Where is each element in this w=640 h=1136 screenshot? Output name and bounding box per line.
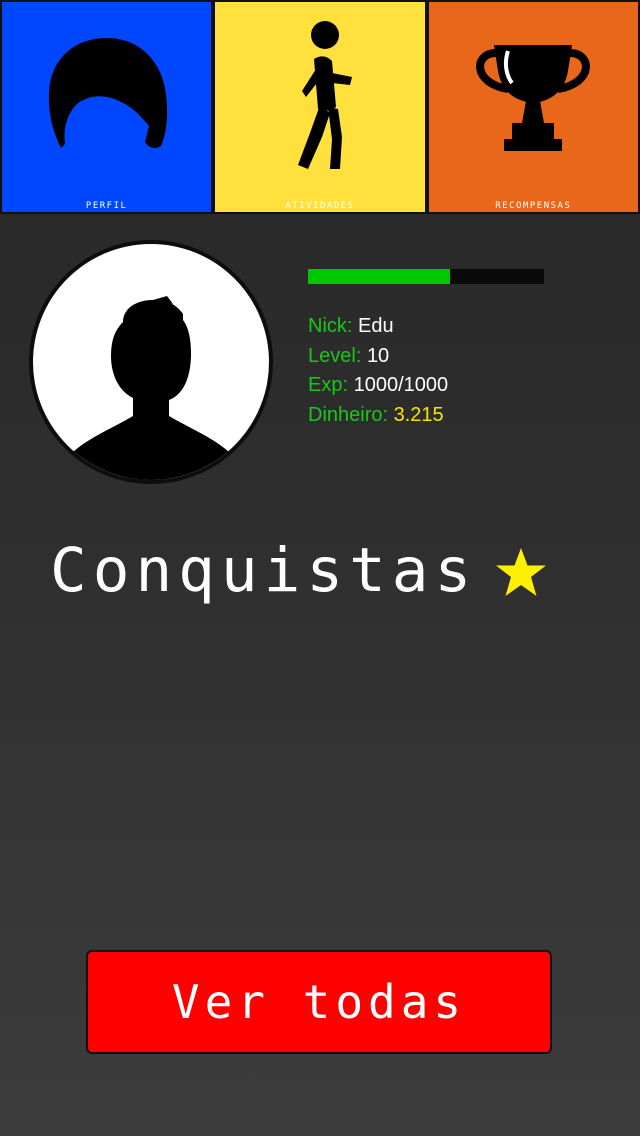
star-icon — [493, 546, 549, 604]
tab-label: RECOMPENSAS — [495, 201, 572, 211]
trophy-icon — [429, 2, 638, 192]
money-row: Dinheiro: 3.215 — [308, 401, 448, 431]
hair-icon — [2, 2, 211, 192]
top-tab-bar: PERFIL ATIVIDADES RECOMPENSAS — [0, 0, 640, 214]
level-label: Level: — [308, 344, 362, 367]
exp-row: Exp: 1000/1000 — [308, 371, 448, 401]
xp-progress-bar — [308, 269, 544, 284]
tab-label: ATIVIDADES — [285, 201, 355, 211]
exp-value: 1000/1000 — [353, 374, 449, 396]
tab-atividades[interactable]: ATIVIDADES — [213, 0, 427, 214]
xp-progress-fill — [308, 269, 450, 284]
achievements-title: Conquistas — [50, 534, 478, 606]
level-value: 10 — [366, 344, 390, 367]
user-silhouette-icon — [60, 296, 242, 480]
nick-label: Nick: — [308, 315, 353, 337]
level-row: Level: 10 — [308, 342, 448, 372]
money-label: Dinheiro: — [308, 403, 389, 426]
view-all-button[interactable]: Ver todas — [86, 950, 552, 1054]
nick-row: Nick: Edu — [308, 312, 448, 342]
profile-stats: Nick: Edu Level: 10 Exp: 1000/1000 Dinhe… — [308, 312, 448, 430]
exp-label: Exp: — [308, 374, 349, 396]
walking-person-icon — [215, 2, 424, 192]
tab-label: PERFIL — [85, 201, 128, 211]
tab-recompensas[interactable]: RECOMPENSAS — [426, 0, 640, 214]
tab-perfil[interactable]: PERFIL — [0, 0, 214, 214]
nick-value: Edu — [358, 315, 394, 337]
money-value: 3.215 — [393, 403, 444, 426]
avatar[interactable] — [29, 240, 273, 484]
achievements-header: Conquistas — [50, 532, 549, 608]
view-all-label: Ver todas — [171, 975, 467, 1029]
